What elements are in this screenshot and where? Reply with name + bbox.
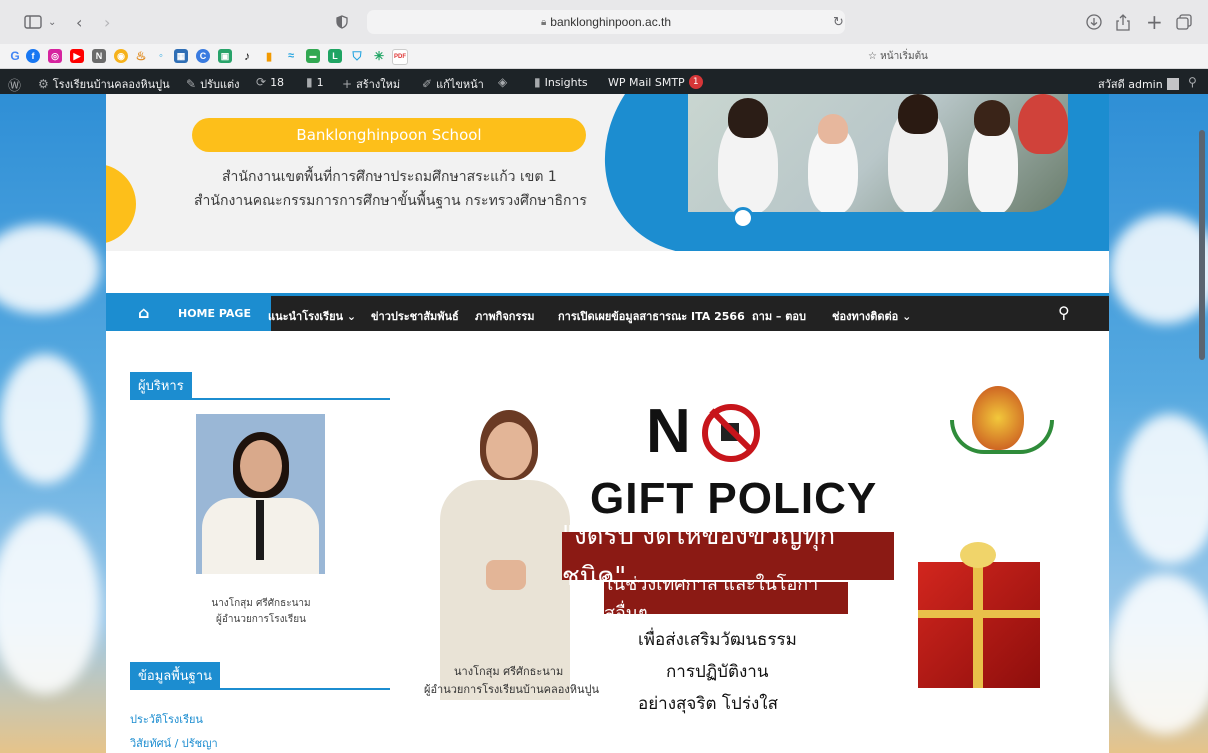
sidebar-admin-title: ผู้บริหาร (130, 372, 192, 398)
nav-news[interactable]: ข่าวประชาสัมพันธ์ (371, 307, 459, 325)
wordpress-icon[interactable]: Ⓦ (8, 75, 21, 94)
home-icon[interactable]: ⌂ (138, 303, 149, 322)
header-ring (732, 207, 754, 229)
bookmark-l-icon[interactable]: L (328, 49, 342, 63)
wp-admin-bar: Ⓦ ⚙ โรงเรียนบ้านคลองหินปูน ✎ ปรับแต่ง ⟳ 18 … (0, 69, 1208, 94)
bookmark-green-icon[interactable]: ▬ (306, 49, 320, 63)
brush-icon: ✎ (186, 77, 197, 91)
youtube-icon[interactable]: ▶ (70, 49, 84, 63)
header-decoration (106, 164, 136, 244)
admin-edit-page[interactable]: ✐ แก้ไขหน้า (422, 75, 484, 93)
google-icon[interactable]: G (8, 49, 22, 63)
dashboard-icon: ⚙ (38, 77, 49, 91)
lock-icon: 🔒︎ (540, 16, 547, 28)
school-name-pill: Banklonghinpoon School (192, 118, 586, 152)
comment-icon: ▮ (306, 75, 313, 89)
wifi-icon[interactable]: ≈ (284, 49, 298, 63)
banner-line-3: อย่างสุจริต โปร่งใส (638, 694, 778, 714)
analytics-icon[interactable]: ▮ (262, 49, 276, 63)
favorites-start-page[interactable]: ☆ หน้าเริ่มต้น (868, 49, 928, 64)
tiktok-icon[interactable]: ♪ (240, 49, 254, 63)
site-header: Banklonghinpoon School สำนักงานเขตพื้นที… (106, 94, 1109, 251)
banner-line-2: การปฏิบัติงาน (666, 662, 769, 682)
address-bar[interactable]: 🔒︎ banklonghinpoon.ac.th (367, 10, 845, 34)
nav-contact[interactable]: ช่องทางติดต่อ ⌄ (832, 307, 911, 325)
no-letter-n: N (646, 397, 691, 466)
banner-line-1: เพื่อส่งเสริมวัฒนธรรม (638, 630, 797, 650)
notification-badge: 1 (688, 75, 703, 89)
director-figure (440, 410, 570, 700)
website-page: Banklonghinpoon School สำนักงานเขตพื้นที… (106, 94, 1109, 753)
nav-activities[interactable]: ภาพกิจกรรม (475, 307, 535, 325)
bookmark-n-icon[interactable]: N (92, 49, 106, 63)
office-line-1: สำนักงานเขตพื้นที่การศึกษาประถมศึกษาสระแ… (222, 169, 557, 185)
plus-icon: + (342, 77, 353, 91)
bookmark-flame-icon[interactable]: ♨ (134, 49, 148, 63)
admin-new[interactable]: + สร้างใหม่ (342, 75, 400, 93)
sidebar-info-title: ข้อมูลพื้นฐาน (130, 662, 221, 688)
admin-search-icon[interactable]: ⚲ (1188, 75, 1197, 89)
bookmark-shield-icon[interactable]: ⛉ (350, 49, 364, 63)
obec-logo (950, 386, 1054, 460)
bar-chart-icon: ▮ (534, 75, 541, 89)
privacy-shield-icon[interactable] (336, 12, 348, 32)
admin-updates[interactable]: ⟳ 18 (256, 75, 284, 89)
divider (130, 688, 390, 690)
students-photo (688, 94, 1068, 212)
page-scrollbar[interactable] (1199, 130, 1205, 360)
search-icon[interactable]: ⚲ (1058, 303, 1070, 322)
sidebar-toggle-icon[interactable] (24, 12, 42, 32)
pencil-icon: ✐ (422, 77, 433, 91)
banner-caption-name: นางโกสุม ศรีศักธะนาม (454, 665, 564, 678)
office-line-2: สำนักงานคณะกรรมการการศึกษาขั้นพื้นฐาน กร… (194, 193, 587, 209)
banner-caption-role: ผู้อำนวยการโรงเรียนบ้านคลองหินปูน (424, 683, 599, 696)
avatar (1166, 78, 1179, 90)
favorites-bar: G f ◎ ▶ N ◉ ♨ ◦ ▦ C ▣ ♪ ▮ ≈ ▬ L ⛉ ✳ PDF … (0, 44, 1208, 69)
nav-ita[interactable]: การเปิดเผยข้อมูลสาธารณะ ITA 2566 (558, 307, 745, 325)
tab-overview-icon[interactable] (1176, 12, 1192, 32)
slogan-2: ในช่วงเทศกาล และในโอกาสอื่นๆ (604, 574, 848, 624)
sidebar-link-history[interactable]: ประวัติโรงเรียน (130, 710, 203, 728)
main-nav: ⌂ HOME PAGE แนะนำโรงเรียน ⌄ ข่าวประชาสัม… (106, 293, 1109, 331)
divider (130, 398, 390, 400)
pdf-icon[interactable]: PDF (392, 49, 408, 65)
updates-icon: ⟳ (256, 75, 267, 89)
back-icon[interactable]: ‹ (76, 12, 82, 32)
nav-home-page[interactable]: HOME PAGE (178, 307, 251, 320)
admin-insights[interactable]: ▮ Insights (534, 75, 588, 89)
admin-comments[interactable]: ▮ 1 (306, 75, 324, 89)
admin-account[interactable]: สวัสดี admin (1098, 75, 1179, 93)
gift-box-image (918, 542, 1040, 688)
bookmark-star-icon[interactable]: ✳ (372, 49, 386, 63)
bookmark-app-icon[interactable]: ▦ (174, 49, 188, 63)
director-photo (196, 414, 325, 574)
no-gift-policy-banner: N GIFT POLICY "งดรับ งดให้ของขวัญทุกชนิด… (420, 382, 1058, 727)
forward-icon[interactable]: › (104, 12, 110, 32)
nav-about-school[interactable]: แนะนำโรงเรียน ⌄ (268, 307, 356, 325)
bookmark-dot-icon[interactable]: ◦ (154, 49, 168, 63)
diamond-icon[interactable]: ◈ (498, 75, 507, 89)
browser-toolbar: ⌄ ‹ › 🔒︎ banklonghinpoon.ac.th ↻ + (0, 0, 1208, 44)
reload-icon[interactable]: ↻ (833, 12, 844, 32)
bookmark-circle-icon[interactable]: ◉ (114, 49, 128, 63)
download-icon[interactable] (1086, 12, 1102, 32)
chevron-down-icon[interactable]: ⌄ (48, 12, 56, 32)
new-tab-icon[interactable]: + (1146, 10, 1163, 34)
admin-wp-mail-smtp[interactable]: WP Mail SMTP 1 (608, 75, 703, 89)
bookmark-c-icon[interactable]: C (196, 49, 210, 63)
bookmark-square-icon[interactable]: ▣ (218, 49, 232, 63)
facebook-icon[interactable]: f (26, 49, 40, 63)
admin-customize[interactable]: ✎ ปรับแต่ง (186, 75, 240, 93)
nav-faq[interactable]: ถาม – ตอบ (752, 307, 806, 325)
admin-site-name[interactable]: ⚙ โรงเรียนบ้านคลองหินปูน (38, 75, 170, 93)
director-name: นางโกสุม ศรีศักธะนาม (211, 598, 311, 609)
director-role: ผู้อำนวยการโรงเรียน (216, 614, 306, 625)
instagram-icon[interactable]: ◎ (48, 49, 62, 63)
url-text: banklonghinpoon.ac.th (550, 15, 672, 29)
share-icon[interactable] (1116, 12, 1130, 32)
sidebar-link-vision[interactable]: วิสัยทัศน์ / ปรัชญา (130, 734, 218, 752)
